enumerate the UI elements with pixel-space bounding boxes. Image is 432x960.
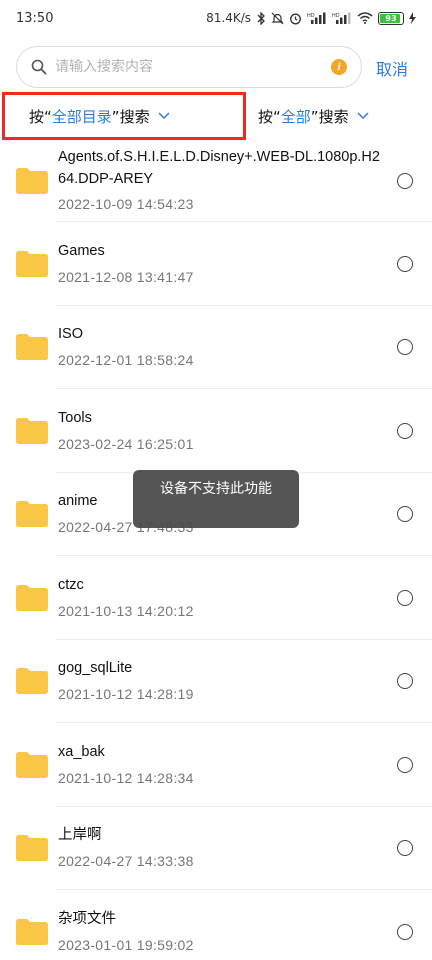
status-icons: 81.4K/s HD HD 93 <box>206 11 416 25</box>
battery-icon: 93 <box>378 11 404 25</box>
toast-message: 设备不支持此功能 <box>133 470 299 528</box>
folder-icon <box>16 584 48 611</box>
signal-2-icon: HD <box>332 12 351 24</box>
file-date: 2022-12-01 18:58:24 <box>58 352 194 369</box>
type-filter-prefix: 按“ <box>258 107 281 126</box>
scope-filter-suffix: ”搜索 <box>111 107 150 126</box>
file-date: 2021-10-13 14:20:12 <box>58 602 194 619</box>
type-filter-suffix: ”搜索 <box>310 107 349 126</box>
list-item-text: Tools 2023-02-24 16:25:01 <box>58 407 382 455</box>
scope-filter-value: 全部目录 <box>51 107 112 126</box>
mute-bell-icon <box>271 12 284 24</box>
folder-icon <box>16 918 48 945</box>
list-item-text: Games 2021-12-08 13:41:47 <box>58 240 382 288</box>
radio-unchecked-icon[interactable] <box>397 339 413 356</box>
file-date: 2021-10-12 14:28:34 <box>58 769 194 786</box>
battery-level: 93 <box>385 13 397 23</box>
alarm-icon <box>290 13 301 24</box>
list-item-text: gog_sqlLite 2021-10-12 14:28:19 <box>58 657 382 705</box>
folder-icon <box>16 501 48 528</box>
file-name: gog_sqlLite <box>58 660 133 677</box>
radio-unchecked-icon[interactable] <box>397 589 413 606</box>
file-date: 2023-01-01 19:59:02 <box>58 936 194 953</box>
list-item-text: ctzc 2021-10-13 14:20:12 <box>58 574 382 622</box>
svg-text:HD: HD <box>307 13 315 19</box>
list-item[interactable]: ctzc 2021-10-13 14:20:12 <box>0 556 432 640</box>
radio-unchecked-icon[interactable] <box>397 756 413 773</box>
list-item-text: 上岸啊 2022-04-27 14:33:38 <box>58 824 382 872</box>
list-item[interactable]: ISO 2022-12-01 18:58:24 <box>0 306 432 390</box>
file-date: 2022-10-09 14:54:23 <box>58 196 194 212</box>
list-item-text: 杂项文件 2023-01-01 19:59:02 <box>58 908 382 956</box>
folder-icon <box>16 835 48 862</box>
list-item[interactable]: 杂项文件 2023-01-01 19:59:02 <box>0 890 432 960</box>
folder-icon <box>16 417 48 444</box>
list-item[interactable]: Games 2021-12-08 13:41:47 <box>0 222 432 306</box>
status-bar: 13:50 81.4K/s HD HD 93 <box>0 0 432 36</box>
wifi-icon <box>357 12 373 24</box>
chevron-down-icon <box>357 112 369 120</box>
folder-icon <box>16 668 48 695</box>
file-date: 2021-10-12 14:28:19 <box>58 686 194 703</box>
file-name: 上岸啊 <box>58 827 102 844</box>
radio-unchecked-icon[interactable] <box>397 422 413 439</box>
scope-filter-dropdown[interactable]: 按“ 全部目录 ”搜索 <box>2 92 246 140</box>
file-name: ISO <box>58 326 83 343</box>
file-name: Agents.of.S.H.I.E.L.D.Disney+.WEB-DL.108… <box>58 149 380 187</box>
folder-icon <box>16 250 48 277</box>
chevron-down-icon <box>158 112 170 120</box>
svg-text:HD: HD <box>332 13 340 19</box>
list-item[interactable]: xa_bak 2021-10-12 14:28:34 <box>0 723 432 807</box>
search-input[interactable] <box>55 59 331 75</box>
folder-icon <box>16 751 48 778</box>
folder-icon <box>16 168 48 194</box>
file-name: Tools <box>58 409 92 426</box>
cancel-button[interactable]: 取消 <box>376 56 408 80</box>
file-date: 2021-12-08 13:41:47 <box>58 268 194 285</box>
type-filter-dropdown[interactable]: 按“ 全部 ”搜索 <box>258 92 369 140</box>
file-name: 杂项文件 <box>58 910 116 927</box>
file-name: Games <box>58 242 105 259</box>
file-name: ctzc <box>58 576 84 593</box>
folder-icon <box>16 334 48 361</box>
list-item[interactable]: Agents.of.S.H.I.E.L.D.Disney+.WEB-DL.108… <box>0 140 432 222</box>
list-item-text: Agents.of.S.H.I.E.L.D.Disney+.WEB-DL.108… <box>58 146 382 215</box>
search-row: i 取消 <box>0 44 432 90</box>
network-speed: 81.4K/s <box>206 11 251 25</box>
radio-unchecked-icon[interactable] <box>397 923 413 940</box>
list-item-text: xa_bak 2021-10-12 14:28:34 <box>58 741 382 789</box>
file-date: 2023-02-24 16:25:01 <box>58 435 194 452</box>
search-icon <box>31 59 47 75</box>
file-name: xa_bak <box>58 743 105 760</box>
file-list: Agents.of.S.H.I.E.L.D.Disney+.WEB-DL.108… <box>0 140 432 960</box>
radio-unchecked-icon[interactable] <box>397 173 413 189</box>
list-item[interactable]: 上岸啊 2022-04-27 14:33:38 <box>0 807 432 891</box>
type-filter-value: 全部 <box>280 107 311 126</box>
radio-unchecked-icon[interactable] <box>397 255 413 272</box>
radio-unchecked-icon[interactable] <box>397 506 413 523</box>
search-box[interactable]: i <box>16 46 362 88</box>
bluetooth-icon <box>257 11 265 25</box>
file-date: 2022-04-27 14:33:38 <box>58 853 194 870</box>
info-icon[interactable]: i <box>331 59 347 75</box>
list-item[interactable]: Tools 2023-02-24 16:25:01 <box>0 389 432 473</box>
charging-icon <box>409 12 416 24</box>
scope-filter-prefix: 按“ <box>29 107 52 126</box>
status-time: 13:50 <box>16 10 54 26</box>
radio-unchecked-icon[interactable] <box>397 840 413 857</box>
radio-unchecked-icon[interactable] <box>397 673 413 690</box>
list-item[interactable]: gog_sqlLite 2021-10-12 14:28:19 <box>0 640 432 724</box>
signal-icon: HD <box>307 12 326 24</box>
list-item-text: ISO 2022-12-01 18:58:24 <box>58 323 382 371</box>
filter-row: 按“ 全部目录 ”搜索 按“ 全部 ”搜索 <box>0 90 432 142</box>
